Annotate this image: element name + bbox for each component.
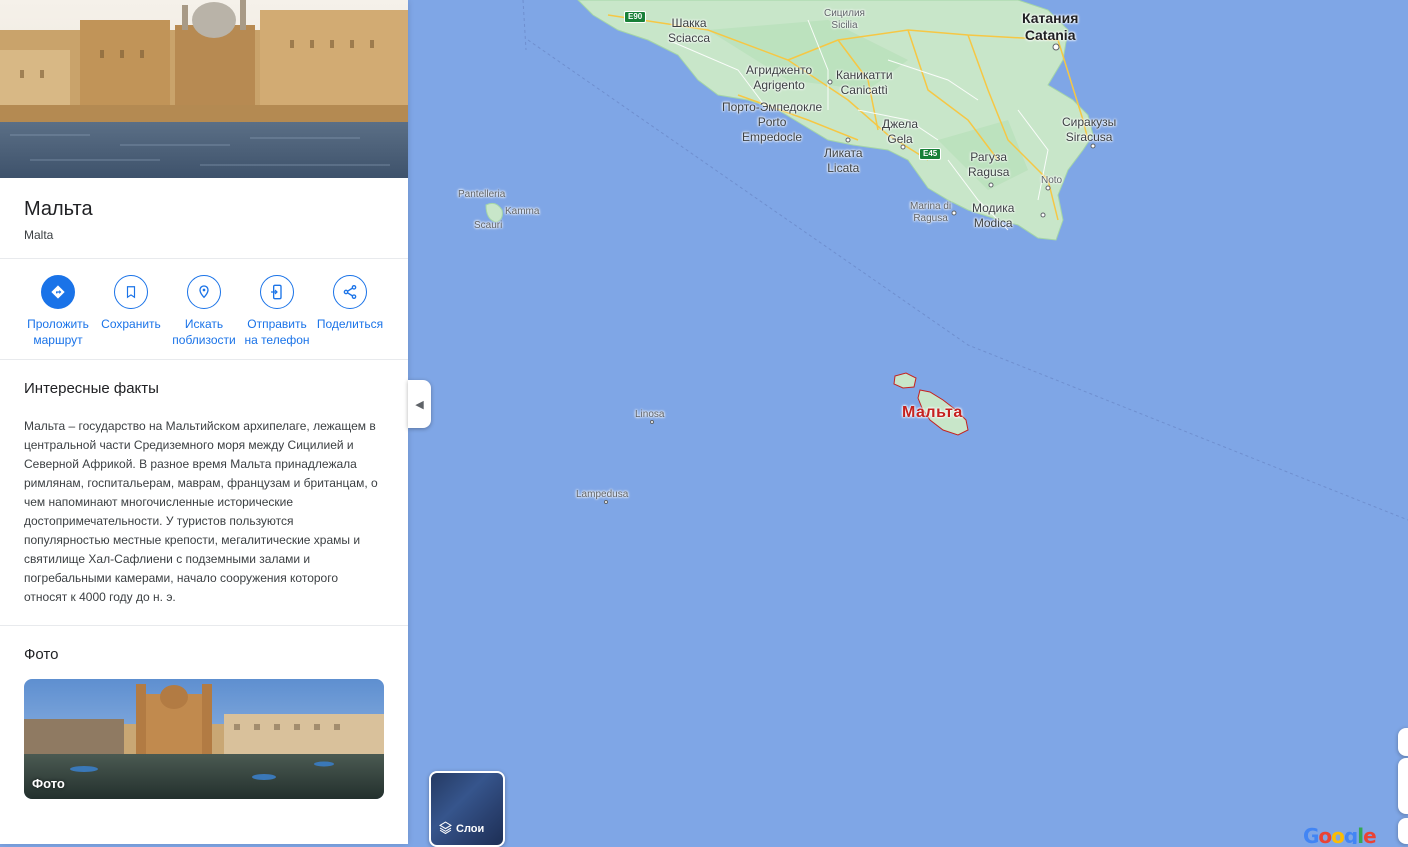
facts-section: Интересные факты Мальта – государство на… bbox=[0, 360, 408, 626]
send-to-phone-label: Отправить на телефон bbox=[244, 317, 310, 347]
city-label-canicatti[interactable]: Каникатти Canicattì bbox=[836, 68, 893, 98]
nearby-button[interactable]: Искать поблизости bbox=[168, 275, 240, 349]
city-label-agrigento[interactable]: Агридженто Agrigento bbox=[746, 63, 812, 93]
photo-card-label: Фото bbox=[32, 776, 65, 791]
city-label-siracusa[interactable]: Сиракузы Siracusa bbox=[1062, 115, 1116, 145]
bookmark-icon bbox=[114, 275, 148, 309]
hero-photo[interactable] bbox=[0, 0, 408, 178]
city-label-licata[interactable]: Ликата Licata bbox=[824, 146, 863, 176]
facts-title: Интересные факты bbox=[24, 380, 159, 397]
photos-section: Фото Фото bbox=[0, 626, 408, 819]
compass-button[interactable] bbox=[1398, 728, 1408, 756]
region-label-sicily[interactable]: Сицилия Sicilia bbox=[824, 8, 865, 32]
city-label-porto-empedocle[interactable]: Порто-Эмпедокле Porto Empedocle bbox=[722, 100, 822, 145]
send-to-phone-icon bbox=[260, 275, 294, 309]
island-label-linosa[interactable]: Linosa bbox=[635, 409, 664, 421]
share-button[interactable]: Поделиться bbox=[314, 275, 386, 349]
send-to-phone-button[interactable]: Отправить на телефон bbox=[241, 275, 313, 349]
place-subtitle: Malta bbox=[24, 228, 54, 242]
zoom-out-button[interactable] bbox=[1398, 818, 1408, 844]
map-canvas[interactable]: E90 E45 Шакка Sciacca Сицилия Sicilia Ката… bbox=[408, 0, 1408, 844]
layers-icon bbox=[439, 821, 452, 837]
photo-card-image bbox=[24, 679, 384, 799]
facts-text: Мальта – государство на Мальтийском архи… bbox=[24, 419, 378, 604]
city-label-gela[interactable]: Джела Gela bbox=[882, 117, 918, 147]
city-label-marina-di-ragusa[interactable]: Marina di Ragusa bbox=[910, 201, 951, 225]
photos-title: Фото bbox=[24, 646, 59, 663]
share-label: Поделиться bbox=[316, 317, 384, 331]
hero-photo-image bbox=[0, 0, 408, 178]
collapse-panel-button[interactable]: ◀ bbox=[408, 380, 431, 428]
city-label-ragusa[interactable]: Рагуза Ragusa bbox=[968, 150, 1009, 180]
place-panel: Мальта Malta Проложить маршрут Сохранить… bbox=[0, 0, 408, 844]
city-label-noto[interactable]: Noto bbox=[1041, 175, 1062, 187]
layers-label: Слои bbox=[456, 823, 485, 835]
route-shield-e90: E90 bbox=[624, 11, 647, 23]
city-label-sciacca[interactable]: Шакка Sciacca bbox=[668, 16, 710, 46]
city-label-catania[interactable]: Катания Catania bbox=[1022, 10, 1078, 44]
share-icon bbox=[333, 275, 367, 309]
action-bar: Проложить маршрут Сохранить Искать побли… bbox=[0, 259, 408, 360]
place-header: Мальта Malta bbox=[0, 178, 408, 259]
maritime-boundary bbox=[522, 0, 527, 51]
route-shield-e45: E45 bbox=[919, 148, 942, 160]
chevron-left-icon: ◀ bbox=[415, 398, 424, 411]
save-label: Сохранить bbox=[101, 317, 161, 331]
city-label-modica[interactable]: Модика Modica bbox=[972, 201, 1014, 231]
place-title: Мальта bbox=[24, 198, 93, 220]
place-label-kamma[interactable]: Kamma bbox=[505, 206, 539, 218]
place-label-scauri[interactable]: Scauri bbox=[474, 220, 502, 232]
nearby-label: Искать поблизости bbox=[172, 317, 236, 347]
directions-icon bbox=[41, 275, 75, 309]
island-label-pantelleria[interactable]: Pantelleria bbox=[458, 189, 505, 201]
directions-button[interactable]: Проложить маршрут bbox=[22, 275, 94, 349]
save-button[interactable]: Сохранить bbox=[95, 275, 167, 349]
google-logo: Google bbox=[1303, 824, 1377, 844]
photo-card[interactable]: Фото bbox=[24, 679, 384, 799]
zoom-controls[interactable] bbox=[1398, 758, 1408, 814]
country-label-malta[interactable]: Мальта bbox=[902, 405, 963, 421]
directions-label: Проложить маршрут bbox=[27, 317, 89, 347]
nearby-icon bbox=[187, 275, 221, 309]
layers-button[interactable]: Слои bbox=[429, 771, 505, 847]
island-label-lampedusa[interactable]: Lampedusa bbox=[576, 489, 628, 501]
